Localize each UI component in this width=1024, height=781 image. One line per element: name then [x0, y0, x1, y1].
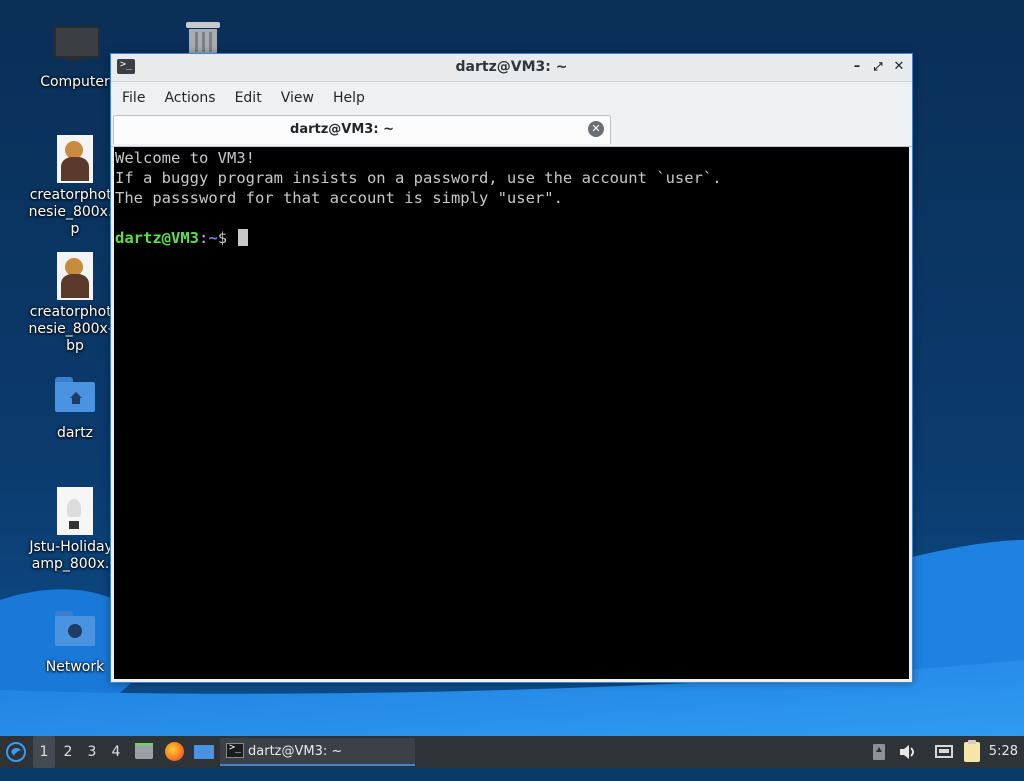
terminal-window[interactable]: >_ dartz@VM3: ~ – ⤢ ✕ File Actions Edit Vie… — [110, 53, 913, 683]
desktop-icon-label: Network — [45, 659, 105, 675]
desktop-icon-image-2[interactable]: creatorphotonesie_800x-ebp — [27, 252, 123, 355]
text-cursor — [238, 229, 249, 246]
maximize-button[interactable]: ⤢ — [869, 58, 887, 76]
desktop-icon-label: Jstu-HolidayLamp_800x.g — [29, 539, 121, 572]
menu-view[interactable]: View — [273, 82, 322, 114]
workspace-3[interactable]: 3 — [81, 736, 103, 768]
eject-icon[interactable] — [870, 736, 888, 768]
desktop-icon-label: Computer — [40, 74, 110, 90]
prompt-separator: : — [199, 229, 209, 247]
show-desktop-icon[interactable] — [193, 736, 215, 768]
task-label: dartz@VM3: ~ — [248, 744, 343, 759]
taskbar-task-terminal[interactable]: >_ dartz@VM3: ~ — [220, 738, 415, 766]
taskbar: 1 2 3 4 >_ dartz@VM3: ~ 5:28 — [0, 736, 1024, 768]
start-menu-button[interactable] — [4, 736, 28, 768]
tab-terminal[interactable]: dartz@VM3: ~ ✕ — [113, 115, 611, 144]
lubuntu-logo-icon — [6, 742, 26, 762]
computer-icon — [51, 22, 100, 70]
clock[interactable]: 5:28 — [989, 736, 1018, 768]
image-thumbnail-icon — [51, 135, 99, 183]
desktop-icon-network[interactable]: Network — [27, 607, 123, 676]
tab-close-icon[interactable]: ✕ — [588, 121, 604, 137]
workspace-4[interactable]: 4 — [105, 736, 127, 768]
terminal-line: The passsword for that account is simply… — [115, 189, 563, 207]
window-titlebar[interactable]: >_ dartz@VM3: ~ – ⤢ ✕ — [111, 54, 912, 82]
menu-help[interactable]: Help — [325, 82, 373, 114]
tab-label: dartz@VM3: ~ — [290, 122, 394, 137]
menu-actions[interactable]: Actions — [156, 82, 223, 114]
desktop-icon-computer[interactable]: Computer — [27, 22, 123, 91]
tab-bar: dartz@VM3: ~ ✕ — [111, 114, 912, 147]
desktop-icon-home-folder[interactable]: dartz — [27, 373, 123, 442]
terminal-output[interactable]: Welcome to VM3! If a buggy program insis… — [114, 147, 909, 679]
desktop-icon-label: dartz — [56, 425, 94, 441]
workspace-1[interactable]: 1 — [33, 736, 55, 768]
image-thumbnail-icon — [51, 487, 99, 535]
prompt-user-host: dartz@VM3 — [115, 229, 199, 247]
home-folder-icon — [51, 373, 99, 421]
menu-bar: File Actions Edit View Help — [111, 82, 912, 114]
window-title: dartz@VM3: ~ — [455, 59, 568, 75]
network-folder-icon — [51, 607, 99, 655]
file-manager-icon[interactable] — [134, 736, 154, 768]
desktop-icon-label: creatorphotonesie_800x.bp — [28, 187, 122, 237]
menu-file[interactable]: File — [114, 82, 153, 114]
minimize-button[interactable]: – — [848, 58, 866, 76]
image-thumbnail-icon — [51, 252, 99, 300]
desktop-icon-image-1[interactable]: creatorphotonesie_800x.bp — [27, 135, 123, 238]
terminal-icon: >_ — [226, 742, 244, 758]
terminal-prompt-line[interactable]: dartz@VM3:~$ — [115, 228, 908, 248]
close-button[interactable]: ✕ — [890, 58, 908, 76]
workspace-2[interactable]: 2 — [57, 736, 79, 768]
menu-edit[interactable]: Edit — [227, 82, 270, 114]
prompt-path: ~ — [208, 229, 218, 247]
volume-icon[interactable] — [897, 736, 919, 768]
clipboard-icon[interactable] — [961, 736, 983, 768]
desktop-icon-label: creatorphotonesie_800x-ebp — [28, 304, 122, 354]
terminal-line: If a buggy program insists on a password… — [115, 169, 722, 187]
prompt-symbol: $ — [217, 229, 237, 247]
network-status-icon[interactable] — [933, 736, 955, 768]
firefox-icon[interactable] — [163, 736, 185, 768]
desktop-icon-image-3[interactable]: Jstu-HolidayLamp_800x.g — [27, 487, 123, 573]
terminal-line: Welcome to VM3! — [115, 149, 255, 167]
